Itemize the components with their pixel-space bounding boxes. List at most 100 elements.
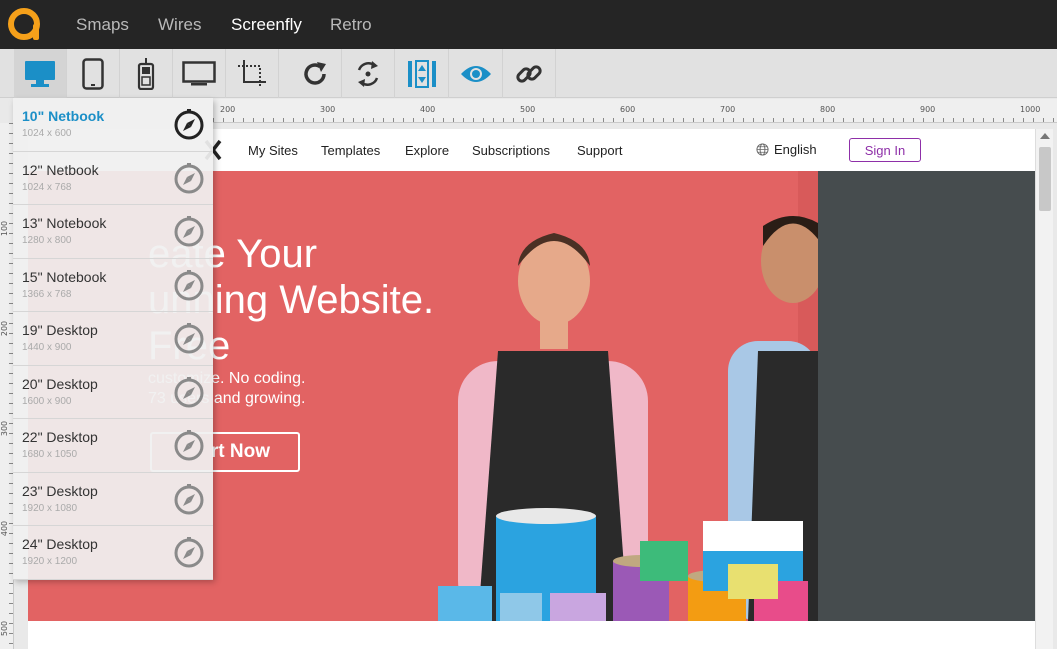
device-name: 12" Netbook (22, 161, 99, 178)
share-link-button[interactable] (503, 49, 556, 98)
device-option[interactable]: 19" Desktop 1440 x 900 (13, 312, 213, 366)
topnav-smaps[interactable]: Smaps (76, 15, 129, 35)
scroll-sync-button[interactable] (342, 49, 395, 98)
ruler-tick (513, 118, 514, 122)
device-option[interactable]: 20" Desktop 1600 x 900 (13, 366, 213, 419)
ruler-tick (743, 118, 744, 122)
custom-size-button[interactable] (226, 49, 279, 98)
ruler-tick (603, 118, 604, 122)
ruler-tick (563, 118, 564, 122)
ruler-tick (9, 633, 13, 634)
ruler-tick (583, 118, 584, 122)
site-nav-my-sites[interactable]: My Sites (248, 143, 298, 158)
compass-icon[interactable] (173, 162, 205, 195)
compass-icon[interactable] (173, 376, 205, 409)
top-bar: Smaps Wires Screenfly Retro (0, 0, 1057, 49)
ruler-tick (773, 118, 774, 122)
rotate-button[interactable] (289, 49, 342, 98)
scroll-up-icon[interactable] (1040, 133, 1050, 139)
ruler-tick (9, 583, 13, 584)
ruler-tick (1033, 118, 1034, 122)
site-nav-explore[interactable]: Explore (405, 143, 449, 158)
compass-icon[interactable] (173, 109, 205, 141)
compass-icon[interactable] (173, 537, 205, 569)
ruler-tick (1023, 118, 1024, 122)
compass-icon[interactable] (173, 483, 205, 516)
globe-icon (756, 143, 769, 156)
compass-icon[interactable] (173, 323, 205, 355)
device-option[interactable]: 12" Netbook 1024 x 768 (13, 152, 213, 205)
device-option[interactable]: 23" Desktop 1920 x 1080 (13, 473, 213, 526)
scrollbar-toggle-button[interactable] (396, 49, 449, 98)
ruler-tick (573, 118, 574, 122)
desktop-icon (25, 60, 55, 87)
television-icon (182, 60, 216, 85)
sign-in-button[interactable]: Sign In (849, 138, 921, 162)
preview-scrollbar[interactable] (1035, 129, 1053, 649)
tablet-button[interactable] (67, 49, 120, 98)
device-option[interactable]: 13" Notebook 1280 x 800 (13, 205, 213, 259)
ruler-tick (1013, 118, 1014, 122)
compass-icon[interactable] (173, 430, 205, 462)
device-option[interactable]: 10" Netbook 1024 x 600 (13, 98, 213, 152)
device-resolution: 1024 x 768 (22, 181, 72, 193)
ruler-tick (523, 118, 524, 122)
ruler-tick (373, 118, 374, 122)
ruler-tick (293, 118, 294, 122)
device-option[interactable]: 15" Notebook 1366 x 768 (13, 259, 213, 312)
ruler-tick (533, 118, 534, 122)
device-size-menu: 10" Netbook 1024 x 600 12" Netbook 1024 x 7… (13, 98, 213, 580)
site-nav-subscriptions[interactable]: Subscriptions (472, 143, 550, 158)
ruler-tick (473, 118, 474, 122)
mobile-button[interactable] (120, 49, 173, 98)
compass-icon[interactable] (173, 269, 205, 302)
scroll-thumb[interactable] (1039, 147, 1051, 211)
ruler-tick (893, 118, 894, 122)
device-resolution: 1600 x 900 (22, 395, 72, 407)
ruler-tick (263, 118, 264, 122)
horizontal-ruler: 200 300 400 500 600 700 800 900 1000 (213, 99, 1057, 123)
topnav-wires[interactable]: Wires (158, 15, 201, 35)
ruler-tick (483, 118, 484, 122)
language-selector[interactable]: English (756, 142, 817, 157)
device-name: 22" Desktop (22, 429, 98, 445)
ruler-tick (793, 118, 794, 122)
ruler-tick (843, 118, 844, 122)
ruler-tick-label: 200 (0, 320, 10, 337)
ruler-tick (463, 118, 464, 122)
preview-button[interactable] (450, 49, 503, 98)
ruler-tick (923, 118, 924, 122)
ruler-tick (1003, 118, 1004, 122)
compass-icon[interactable] (173, 216, 205, 248)
desktop-button[interactable] (14, 49, 67, 98)
ruler-tick (543, 118, 544, 122)
ruler-tick (713, 118, 714, 122)
ruler-tick (593, 118, 594, 122)
ruler-tick (803, 118, 804, 122)
device-resolution: 1680 x 1050 (22, 449, 78, 460)
device-option[interactable]: 24" Desktop 1920 x 1200 (13, 526, 213, 580)
ruler-tick (683, 118, 684, 122)
ruler-tick (323, 118, 324, 122)
site-nav-templates[interactable]: Templates (321, 143, 380, 158)
television-button[interactable] (173, 49, 226, 98)
ruler-tick (993, 118, 994, 122)
device-resolution: 1920 x 1200 (22, 556, 78, 567)
site-nav-support[interactable]: Support (577, 143, 623, 158)
ruler-tick (963, 118, 964, 122)
ruler-tick (443, 118, 444, 122)
scrollbar-toggle-icon (408, 59, 436, 88)
device-name: 10" Netbook (22, 108, 105, 124)
topnav-retro[interactable]: Retro (330, 15, 372, 35)
device-name: 23" Desktop (22, 482, 98, 499)
device-option[interactable]: 22" Desktop 1680 x 1050 (13, 419, 213, 473)
ruler-tick (1043, 118, 1044, 122)
ruler-tick (553, 118, 554, 122)
app-logo-icon[interactable] (8, 8, 42, 42)
vertical-ruler: 100 200 300 400 500 (0, 123, 14, 649)
ruler-tick (753, 118, 754, 122)
share-link-icon (516, 64, 542, 83)
rotate-icon (304, 61, 326, 85)
device-name: 20" Desktop (22, 375, 98, 392)
topnav-screenfly[interactable]: Screenfly (231, 15, 302, 35)
